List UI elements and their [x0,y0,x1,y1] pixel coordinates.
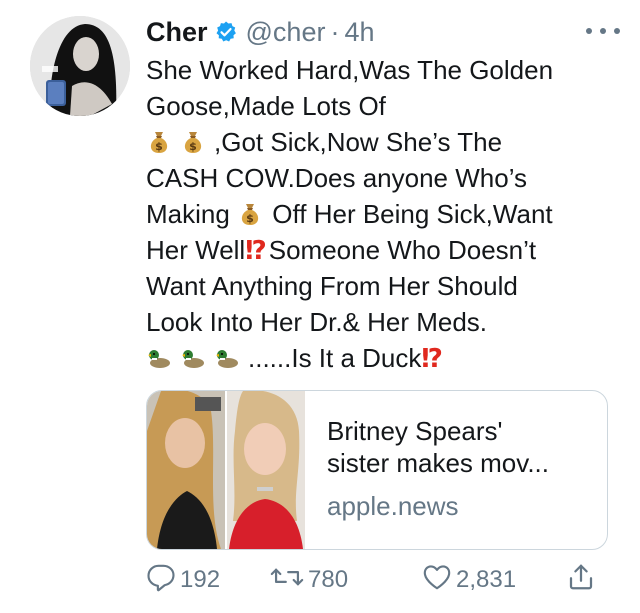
tweet-body: She Worked Hard,Was The Golden Goose,Mad… [146,52,616,376]
svg-text:$: $ [246,212,254,225]
tweet-timestamp[interactable]: 4h [344,17,374,48]
reply-button[interactable]: 192 [146,562,220,598]
like-button[interactable]: 2,831 [422,562,516,598]
reply-count: 192 [180,566,221,593]
heart-icon [422,562,456,599]
card-domain: apple.news [327,491,459,521]
header-separator: · [330,16,340,47]
tweet-line: Want Anything From Her Should [146,271,518,301]
share-icon [566,562,600,599]
like-count: 2,831 [456,566,517,593]
money-bag-icon: $ [237,200,263,226]
tweet-line-text: ......Is It a Duck [248,343,422,373]
tweet-line-text: Making [146,199,230,229]
duck-icon [180,344,206,370]
tweet-line-text: Someone Who Doesn’t [268,235,537,265]
duck-icon [214,344,240,370]
tweet-line-text: Her Well [146,235,246,265]
more-options-icon[interactable] [586,16,620,46]
reply-icon [146,562,180,599]
retweet-icon [270,562,308,599]
svg-text:$: $ [155,140,163,153]
author-handle[interactable]: @cher [246,17,326,48]
verified-badge-icon [214,20,238,44]
money-bag-icon: $ [146,128,172,154]
money-bag-icon: $ [180,128,206,154]
tweet-line: $ $ ,Got Sick,Now She’s The [146,124,616,160]
card-title-line: Britney Spears' [327,416,503,446]
card-title-line: sister makes mov... [327,448,550,478]
exclamation-question-icon: ⁉ [421,343,443,373]
card-title: Britney Spears' sister makes mov... [327,415,597,479]
retweet-count: 780 [308,566,349,593]
retweet-button[interactable]: 780 [270,562,348,598]
share-button[interactable] [566,562,600,598]
avatar[interactable] [30,16,130,116]
tweet-line: CASH COW.Does anyone Who’s [146,163,527,193]
tweet-line: Making $ Off Her Being Sick,Want [146,196,616,232]
tweet-line: Look Into Her Dr.& Her Meds. [146,307,488,337]
exclamation-question-icon: ⁉ [245,235,267,265]
tweet-actions: 192 780 2,831 [146,562,606,598]
link-preview-card[interactable]: Britney Spears' sister makes mov... appl… [146,390,608,550]
tweet-line: ......Is It a Duck⁉ [146,340,616,376]
tweet-line: Goose,Made Lots Of [146,91,386,121]
tweet-header: Cher @cher · 4h [146,14,620,50]
author-name[interactable]: Cher [146,17,208,48]
card-thumbnail [147,391,305,549]
tweet-line-text: ,Got Sick,Now She’s The [214,127,503,157]
card-text: Britney Spears' sister makes mov... appl… [327,415,597,522]
svg-text:$: $ [189,140,197,153]
tweet-line-text: Off Her Being Sick,Want [272,199,553,229]
duck-icon [146,344,172,370]
tweet-line: She Worked Hard,Was The Golden [146,55,554,85]
tweet-line: Her Well⁉ Someone Who Doesn’t [146,232,616,268]
